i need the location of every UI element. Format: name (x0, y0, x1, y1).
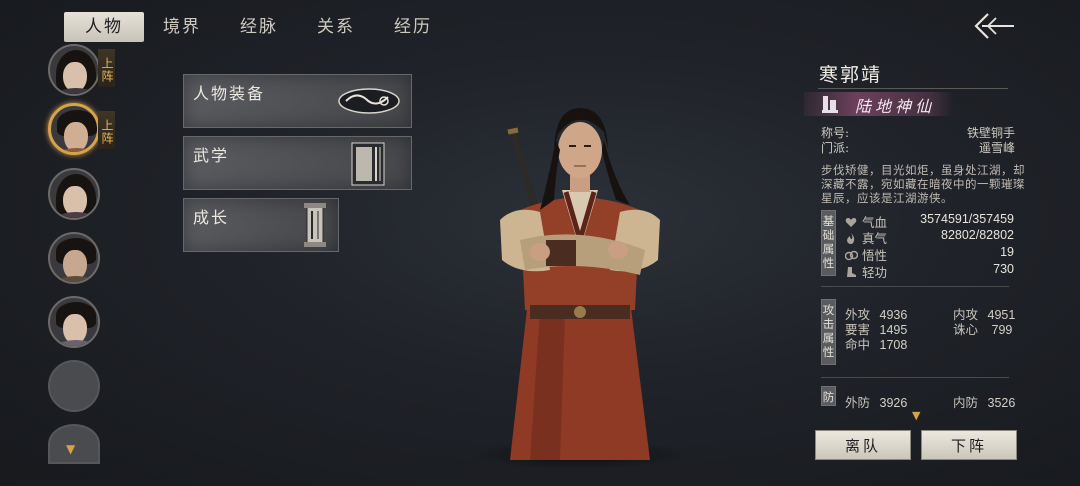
party-avatar-4[interactable] (48, 232, 100, 284)
tab-history[interactable]: 经历 (373, 12, 453, 42)
equipment-button[interactable]: 人物装备 (183, 74, 412, 128)
manual-scroll-icon (304, 203, 326, 247)
chevron-down-icon[interactable]: ▼ (912, 409, 920, 422)
divider (821, 377, 1009, 378)
defense-attributes-tag: 防 (821, 386, 836, 406)
hit-stat: 命中 1708 (845, 334, 907, 353)
deployed-tag: 上阵 (98, 49, 115, 87)
party-avatar-2-selected[interactable] (48, 103, 100, 155)
inner-defense-stat: 内防 3526 (953, 392, 1015, 411)
chevron-down-icon[interactable]: ▼ (66, 442, 75, 456)
back-arrow-icon (974, 13, 1014, 39)
basic-attributes-tag: 基础属性 (821, 210, 836, 276)
inner-defense-value: 3526 (987, 396, 1016, 410)
realm-label: 陆地神仙 (855, 97, 936, 116)
outer-defense-value: 3926 (879, 396, 908, 410)
heart-pierce-value: 799 (991, 323, 1013, 337)
growth-button[interactable]: 成长 (183, 198, 339, 252)
sect-value: 遥雪峰 (978, 141, 1015, 155)
tab-character[interactable]: 人物 (64, 12, 144, 42)
hit-label: 命中 (845, 337, 871, 352)
bracer-icon (338, 88, 400, 114)
character-name: 寒郭靖 (819, 64, 883, 86)
equipment-label: 人物装备 (193, 84, 266, 103)
martial-arts-label: 武学 (193, 146, 230, 165)
heart-pierce-stat: 诛心 799 (953, 319, 1012, 338)
party-avatar-3[interactable] (48, 168, 100, 220)
insight-value: 19 (1000, 245, 1014, 259)
party-slot-empty[interactable] (48, 360, 100, 412)
outer-defense-stat: 外防 3926 (845, 392, 907, 411)
agility-value: 730 (993, 262, 1014, 276)
qi-value: 82802/82802 (941, 228, 1014, 242)
heart-pierce-label: 诛心 (953, 322, 979, 337)
outer-defense-label: 外防 (845, 395, 871, 410)
attack-attributes-tag: 攻击属性 (821, 299, 836, 365)
realm-rank-icon (822, 96, 838, 113)
tab-realm[interactable]: 境界 (142, 12, 222, 42)
growth-label: 成长 (193, 208, 230, 227)
tab-bar: 人物 境界 经脉 关系 经历 (0, 0, 1080, 46)
agility-stat: 轻功 (845, 262, 887, 281)
hit-value: 1708 (879, 338, 908, 352)
sect-label: 门派: (821, 141, 850, 155)
inner-defense-label: 内防 (953, 395, 979, 410)
martial-arts-button[interactable]: 武学 (183, 136, 412, 190)
tab-meridians[interactable]: 经脉 (219, 12, 299, 42)
back-button[interactable] (970, 10, 1016, 42)
character-description: 步伐矫健，目光如炬，虽身处江湖，却深藏不露，宛如藏在暗夜中的一颗璀璨星辰，应该是… (821, 163, 1025, 205)
flame-icon (845, 232, 859, 244)
qi-label: 真气 (862, 231, 888, 246)
swirl-icon (844, 250, 859, 262)
boot-icon (845, 266, 859, 278)
agility-label: 轻功 (862, 265, 888, 280)
sect-row: 门派: 遥雪峰 (821, 139, 1015, 156)
title-label: 称号: (821, 126, 850, 140)
insight-label: 悟性 (862, 248, 888, 263)
divider (818, 88, 1008, 89)
party-avatar-5[interactable] (48, 296, 100, 348)
character-portrait (500, 108, 660, 460)
tab-relations[interactable]: 关系 (296, 12, 376, 42)
deployed-tag: 上阵 (98, 111, 115, 149)
hp-value: 3574591/357459 (920, 212, 1014, 226)
divider (821, 286, 1009, 287)
party-avatar-1[interactable] (48, 44, 100, 96)
leave-team-button[interactable]: 离队 (815, 430, 911, 460)
unassign-button[interactable]: 下阵 (921, 430, 1017, 460)
scroll-book-icon (351, 142, 385, 186)
